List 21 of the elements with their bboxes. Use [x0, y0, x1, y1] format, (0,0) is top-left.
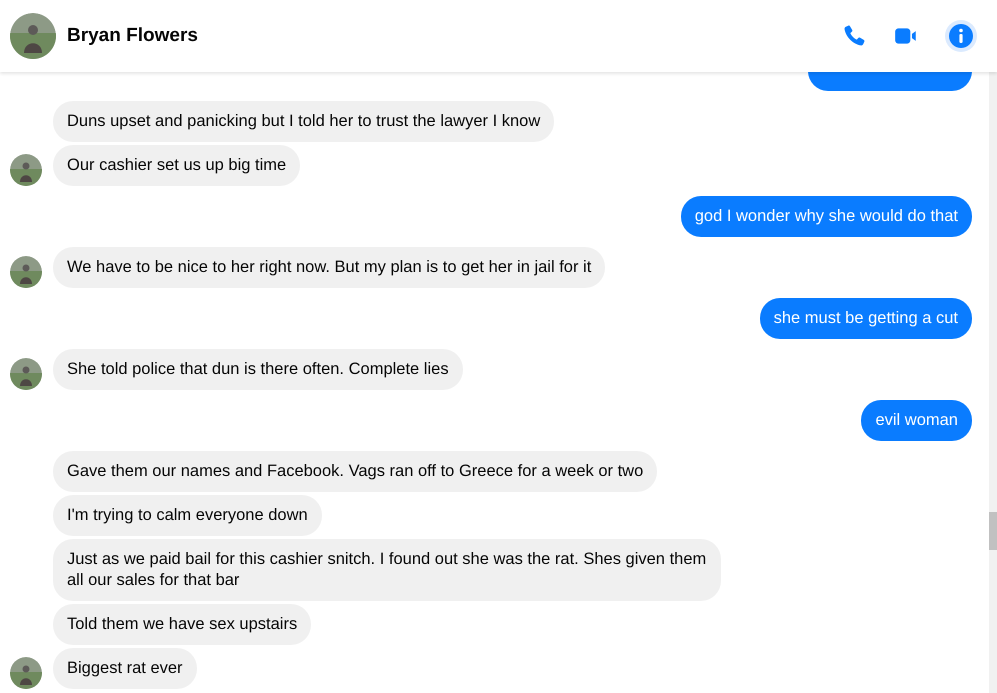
avatar[interactable]: [10, 13, 56, 59]
message-bubble: Biggest rat ever: [53, 648, 197, 689]
avatar[interactable]: [10, 358, 42, 390]
scrollbar-thumb[interactable]: [989, 512, 997, 550]
message-bubble: Told them we have sex upstairs: [53, 604, 312, 645]
scrollbar[interactable]: [989, 72, 997, 693]
message-bubble: god I wonder why she would do that: [680, 196, 972, 237]
message-bubble: Gave them our names and Facebook. Vags ran off to Greece for a week or two: [53, 451, 658, 492]
avatar[interactable]: [10, 657, 42, 689]
message-bubble: Our cashier set us up big time: [53, 145, 300, 186]
avatar[interactable]: [10, 154, 42, 186]
contact-name[interactable]: Bryan Flowers: [67, 25, 198, 47]
message-bubble: I'm trying to calm everyone down: [53, 495, 322, 536]
info-icon[interactable]: [945, 20, 977, 52]
message-bubble: Just as we paid bail for this cashier snitch. I found out she was the rat. Shes given them all our sales for that bar: [53, 539, 721, 601]
message-bubble: Duns upset and panicking but I told her to trust the lawyer I know: [53, 101, 554, 142]
message-bubble: She told police that dun is there often. Complete lies: [53, 349, 463, 390]
message-bubble: evil woman: [861, 400, 972, 441]
message-bubble: We have to be nice to her right now. But my plan is to get her in jail for it: [53, 247, 606, 288]
avatar[interactable]: [10, 256, 42, 288]
message-bubble: she must be getting a cut: [760, 298, 972, 339]
